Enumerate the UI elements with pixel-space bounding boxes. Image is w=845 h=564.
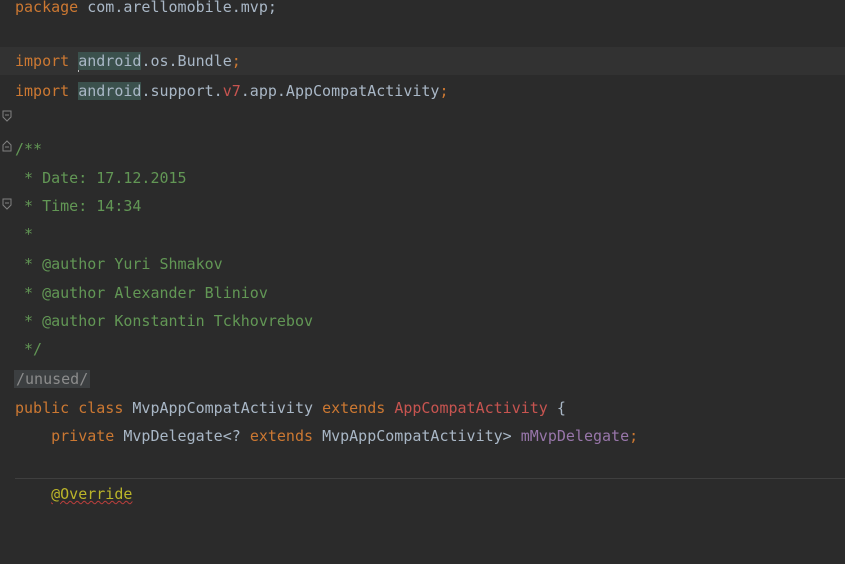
keyword-package: package [15,0,79,16]
code-line-class-declaration: public class MvpAppCompatActivity extend… [0,394,845,422]
code-line-doc-author-1: * @author Yuri Shmakov [0,250,845,278]
code-line-doc-close: */ [0,335,845,363]
code-line-import-appcompat: import android.support.v7.app.AppCompatA… [0,77,845,152]
code-line-clipped [0,510,845,518]
keyword-import: import [15,52,70,70]
keyword-class: class [78,399,124,417]
semicolon: ; [231,52,241,70]
code-line-import-bundle[interactable]: import android.os.Bundle; [0,47,845,122]
field-name: mMvpDelegate [520,427,630,445]
doc-blank: * [15,225,34,243]
field-type: MvpDelegate<? [123,427,241,445]
doc-date: * Date: 17.12.2015 [15,169,187,187]
annotation-override: @Override [51,485,133,503]
keyword-extends: extends [249,427,314,445]
keyword-private: private [51,427,115,445]
field-type-bound: MvpAppCompatActivity> [322,427,512,445]
superclass-name: AppCompatActivity [394,399,548,417]
code-line-unused: /unused/ [0,365,845,393]
code-line-doc-date: * Date: 17.12.2015 [0,164,845,192]
package-name: com.arellomobile.mvp; [78,0,277,16]
keyword-extends: extends [322,399,386,417]
code-line-override: @Override [0,480,845,508]
doc-comment-close: */ [15,340,43,358]
code-editor[interactable]: package com.arellomobile.mvp; import and… [0,0,845,518]
import-v7: v7 [222,82,241,100]
doc-comment-open: /** [15,140,43,158]
code-line-field-declaration: private MvpDelegate<? extends MvpAppComp… [0,422,845,450]
code-line-doc-author-3: * @author Konstantin Tckhovrebov [0,307,845,335]
code-line-doc-open: /** [0,135,845,210]
keyword-import: import [15,82,70,100]
doc-author: * @author Konstantin Tckhovrebov [15,312,314,330]
doc-time: * Time: 14:34 [15,197,142,215]
doc-author: * @author Alexander Bliniov [15,284,268,302]
semicolon: ; [439,82,449,100]
import-package-android: android [78,52,142,70]
import-path: .support. [141,82,223,100]
import-package-android: android [78,82,142,100]
import-path-tail: .app.AppCompatActivity [240,82,440,100]
keyword-public: public [15,399,70,417]
class-name: MvpAppCompatActivity [132,399,314,417]
open-brace: { [547,399,566,417]
import-path: .os.Bundle [141,52,232,70]
code-line-package: package com.arellomobile.mvp; [0,0,845,21]
unused-marker: /unused/ [14,370,91,388]
code-line-doc-author-2: * @author Alexander Bliniov [0,279,845,307]
code-line-doc-time: * Time: 14:34 [0,192,845,220]
doc-author: * @author Yuri Shmakov [15,255,223,273]
method-separator [15,478,845,479]
semicolon: ; [629,427,639,445]
code-line-doc-blank: * [0,220,845,248]
